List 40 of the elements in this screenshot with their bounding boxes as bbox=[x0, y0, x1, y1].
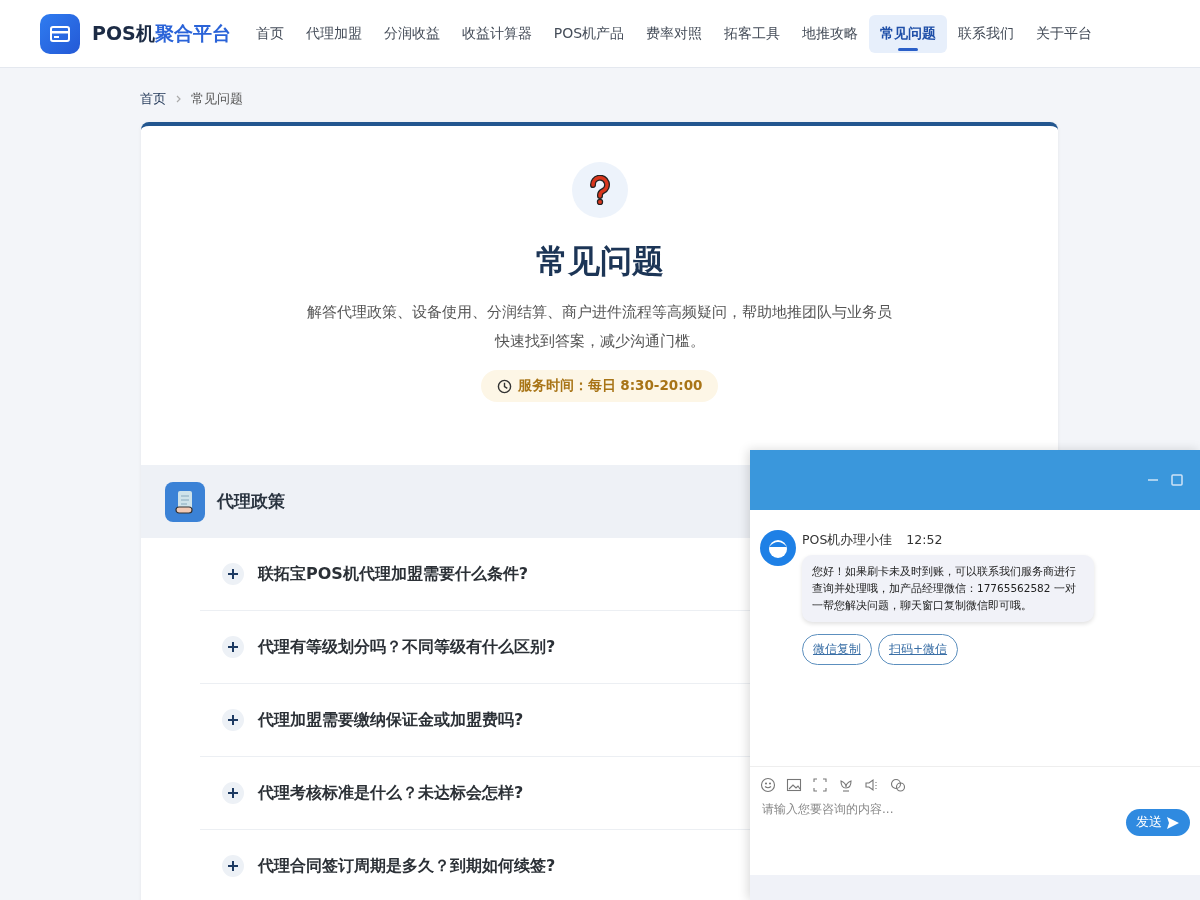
question-text: 代理加盟需要缴纳保证金或加盟费吗? bbox=[258, 709, 524, 731]
nav-link[interactable]: 拓客工具 bbox=[713, 14, 792, 53]
image-icon[interactable] bbox=[786, 777, 802, 793]
speaker-icon[interactable] bbox=[864, 777, 880, 793]
question-text: 代理考核标准是什么？未达标会怎样? bbox=[258, 782, 524, 804]
breadcrumb-link[interactable]: 首页 bbox=[140, 90, 166, 108]
message-bubble: 您好！如果刷卡未及时到账，可以联系我们服务商进行查询并处理哦，加产品经理微信：17765562582 一对一帮您解决问题，聊天窗口复制微信即可哦。 bbox=[802, 555, 1094, 622]
service-time-text: 服务时间：每日 8:30-20:00 bbox=[517, 377, 703, 395]
maximize-icon[interactable] bbox=[1170, 473, 1184, 487]
section-title: 代理政策 bbox=[217, 490, 285, 513]
question-text: 代理有等级划分吗？不同等级有什么区别? bbox=[258, 636, 556, 658]
chat-bubbles-icon[interactable] bbox=[890, 777, 906, 793]
send-button[interactable]: 发送 bbox=[1126, 809, 1190, 836]
breadcrumb-link[interactable]: 常见问题 bbox=[191, 90, 243, 108]
scroll-icon bbox=[165, 481, 205, 522]
flower-icon[interactable] bbox=[838, 777, 854, 793]
question-text: 联拓宝POS机代理加盟需要什么条件? bbox=[258, 563, 529, 585]
nav-link[interactable]: POS机产品 bbox=[542, 14, 636, 53]
nav-link[interactable]: 费率对照 bbox=[635, 14, 714, 53]
chevron-icon bbox=[176, 95, 181, 103]
send-icon bbox=[1166, 815, 1180, 830]
nav-link[interactable]: 分润收益 bbox=[372, 14, 451, 53]
nav-link[interactable]: 首页 bbox=[244, 14, 295, 53]
nav-link[interactable]: 代理加盟 bbox=[294, 14, 373, 53]
screenshot-icon[interactable] bbox=[812, 777, 828, 793]
nav-link[interactable]: 地推攻略 bbox=[791, 14, 870, 53]
page-title: 常见问题 bbox=[535, 241, 664, 282]
page-description: 解答代理政策、设备使用、分润结算、商户进件流程等高频疑问，帮助地推团队与业务员快速找到答案，减少沟通门槛。 bbox=[306, 302, 893, 352]
question-text: 代理合同签订周期是多久？到期如何续签? bbox=[258, 855, 556, 877]
agent-avatar bbox=[760, 530, 796, 566]
nav-link[interactable]: 关于平台 bbox=[1025, 14, 1104, 53]
quick-reply-button[interactable]: 扫码+微信 bbox=[878, 634, 959, 665]
smiley-icon[interactable] bbox=[760, 777, 776, 793]
card-logo-icon bbox=[40, 13, 80, 54]
clock-icon bbox=[496, 378, 512, 394]
nav-link[interactable]: 常见问题 bbox=[869, 14, 948, 53]
nav-link[interactable]: 联系我们 bbox=[947, 14, 1026, 53]
quick-reply-button[interactable]: 微信复制 bbox=[802, 634, 872, 665]
site-logo[interactable]: POS机聚合平台 bbox=[92, 20, 231, 47]
nav-link[interactable]: 收益计算器 bbox=[450, 14, 543, 53]
